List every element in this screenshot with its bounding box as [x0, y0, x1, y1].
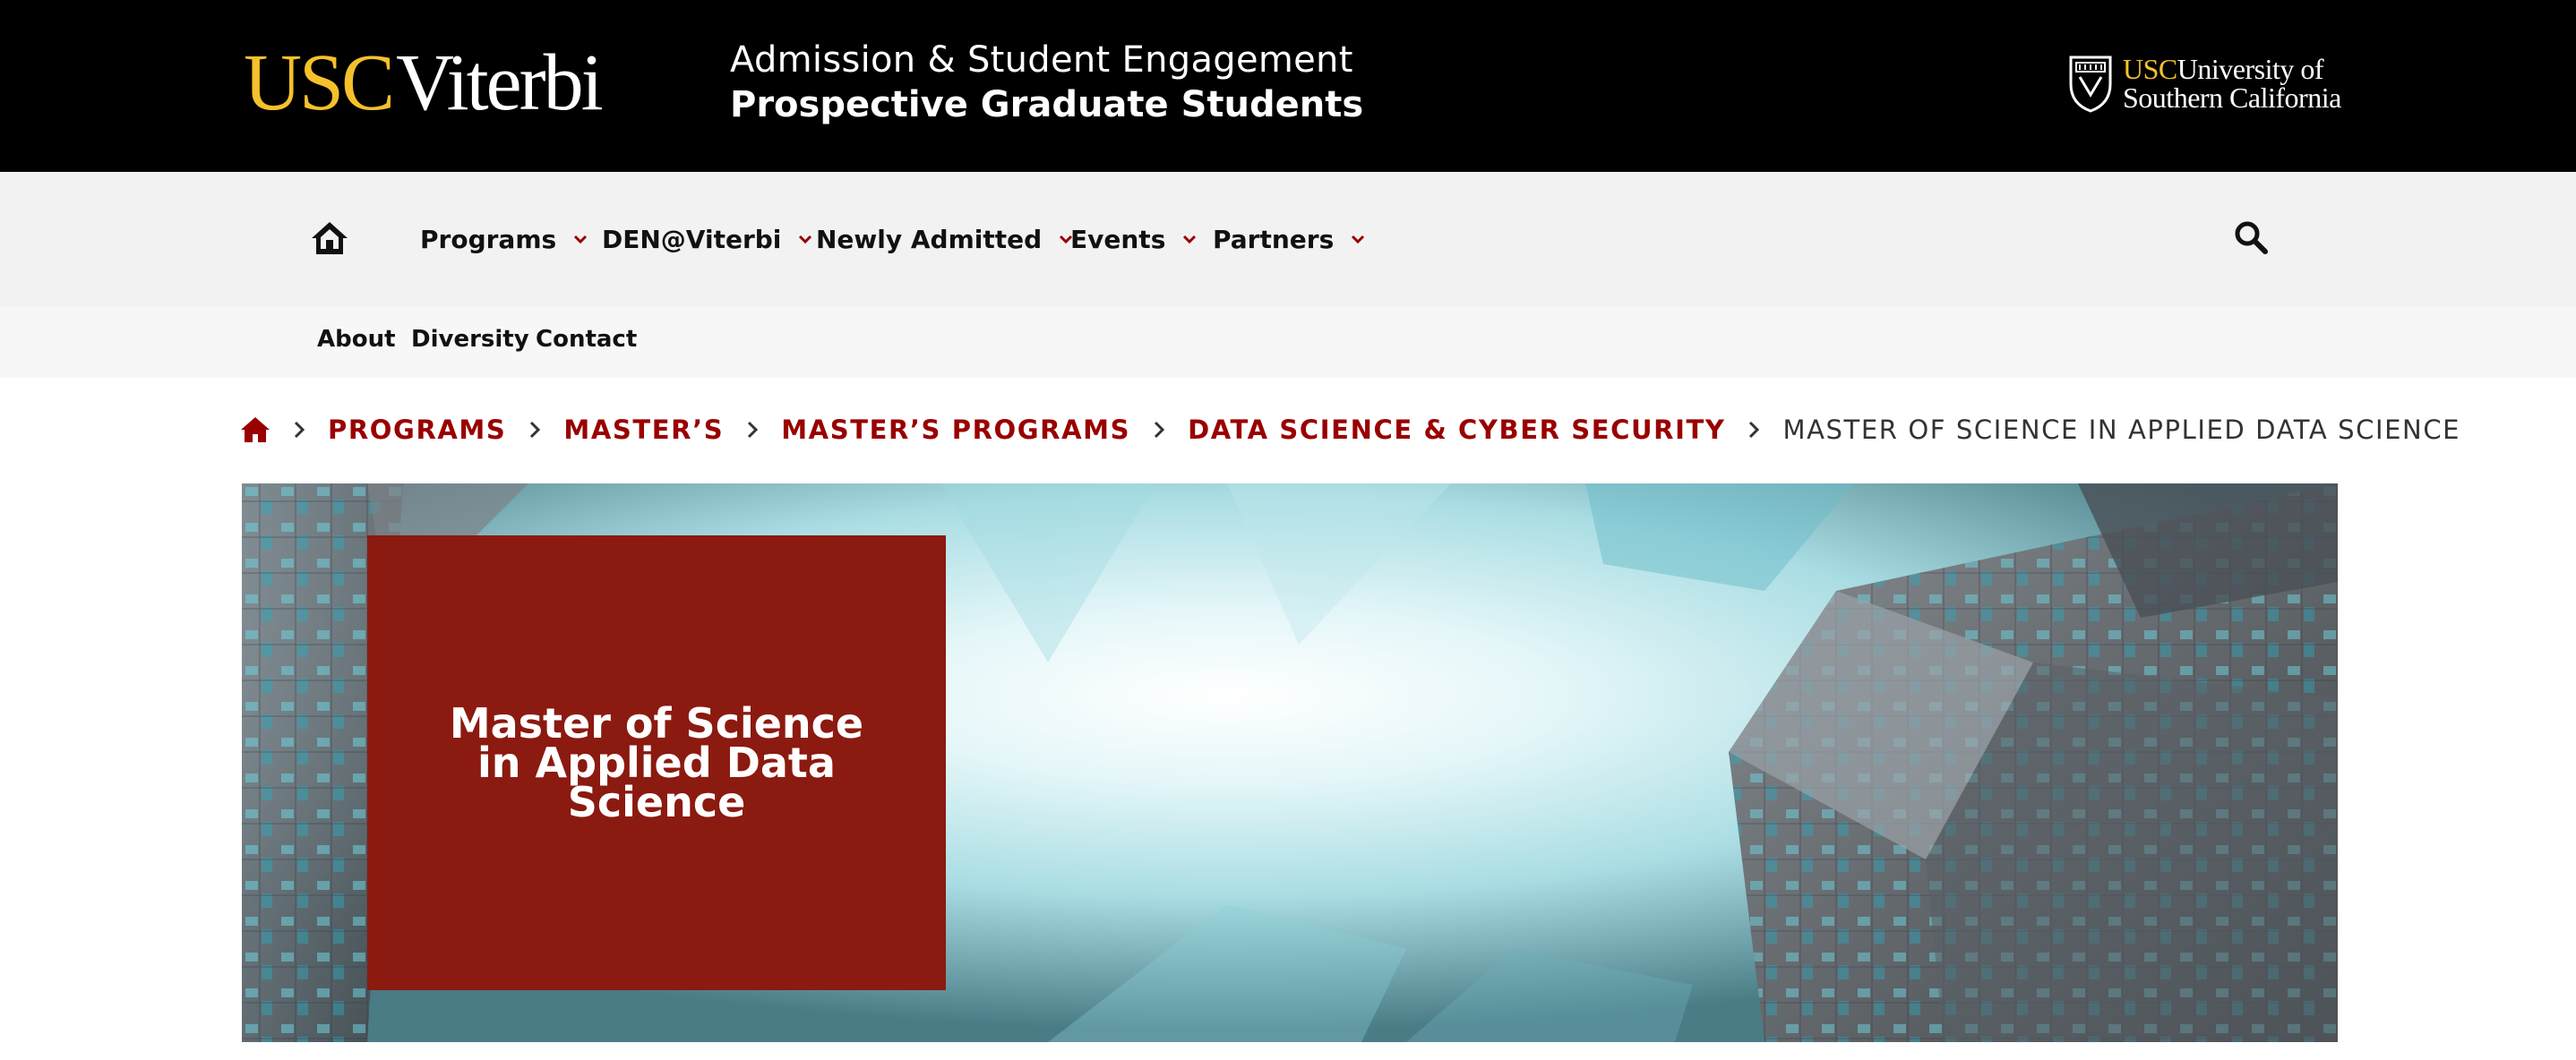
- chevron-right-icon: [530, 421, 541, 439]
- subnav-diversity[interactable]: Diversity: [411, 326, 529, 353]
- usc-wordmark-line1: University of: [2177, 53, 2324, 85]
- chevron-right-icon: [1155, 421, 1165, 439]
- nav-item-label: DEN@Viterbi: [602, 224, 782, 254]
- search-icon[interactable]: [2232, 218, 2270, 256]
- usc-wordmark: USCUniversity of Southern California: [2123, 55, 2341, 112]
- site-title-line1: Admission & Student Engagement: [730, 39, 1353, 81]
- site-title-line2: Prospective Graduate Students: [730, 84, 1364, 125]
- nav-item-events[interactable]: Events: [1070, 218, 1198, 260]
- usc-viterbi-logo[interactable]: USC Viterbi: [244, 38, 604, 127]
- breadcrumb-current: MASTER OF SCIENCE IN APPLIED DATA SCIENC…: [1782, 415, 2461, 445]
- usc-university-logo[interactable]: USCUniversity of Southern California: [2067, 52, 2341, 115]
- chevron-right-icon: [1749, 421, 1760, 439]
- nav-item-newly-admitted[interactable]: Newly Admitted: [816, 218, 1074, 260]
- breadcrumb: PROGRAMS MASTER’S MASTER’S PROGRAMS DATA…: [240, 410, 2460, 449]
- site-title[interactable]: Admission & Student Engagement Prospecti…: [730, 38, 1363, 127]
- chevron-down-icon: [1352, 235, 1365, 244]
- secondary-navigation: About Diversity Contact: [0, 306, 2576, 378]
- hero-title: Master of Science in Applied Data Scienc…: [449, 699, 864, 826]
- logo-usc-text: USC: [244, 38, 395, 127]
- breadcrumb-link-programs[interactable]: PROGRAMS: [328, 415, 506, 445]
- main-navigation: Programs DEN@Viterbi Newly Admitted Even…: [0, 172, 2576, 306]
- chevron-down-icon: [574, 235, 588, 244]
- nav-item-den-viterbi[interactable]: DEN@Viterbi: [602, 218, 813, 260]
- chevron-down-icon: [1183, 235, 1197, 244]
- subnav-about[interactable]: About: [317, 326, 396, 353]
- nav-item-label: Newly Admitted: [816, 224, 1043, 254]
- hero-title-box: Master of Science in Applied Data Scienc…: [367, 535, 946, 990]
- site-header: USC Viterbi Admission & Student Engagemen…: [0, 0, 2576, 172]
- hero-banner: Master of Science in Applied Data Scienc…: [242, 483, 2338, 1042]
- usc-wordmark-usc: USC: [2123, 53, 2177, 85]
- breadcrumb-link-data-science-cyber-security[interactable]: DATA SCIENCE & CYBER SECURITY: [1188, 415, 1725, 445]
- chevron-right-icon: [748, 421, 759, 439]
- usc-seal-icon: [2069, 56, 2112, 113]
- chevron-right-icon: [294, 421, 305, 439]
- nav-item-partners[interactable]: Partners: [1213, 218, 1366, 260]
- nav-item-label: Programs: [420, 224, 557, 254]
- nav-item-label: Events: [1070, 224, 1166, 254]
- subnav-contact[interactable]: Contact: [536, 326, 637, 353]
- logo-viterbi-text: Viterbi: [396, 38, 604, 127]
- breadcrumb-home-icon[interactable]: [240, 415, 270, 444]
- nav-item-programs[interactable]: Programs: [420, 218, 588, 260]
- chevron-down-icon: [799, 235, 812, 244]
- breadcrumb-link-masters-programs[interactable]: MASTER’S PROGRAMS: [781, 415, 1130, 445]
- nav-item-label: Partners: [1213, 224, 1335, 254]
- usc-wordmark-line2: Southern California: [2123, 81, 2341, 114]
- breadcrumb-link-masters[interactable]: MASTER’S: [563, 415, 724, 445]
- home-icon[interactable]: [310, 218, 349, 258]
